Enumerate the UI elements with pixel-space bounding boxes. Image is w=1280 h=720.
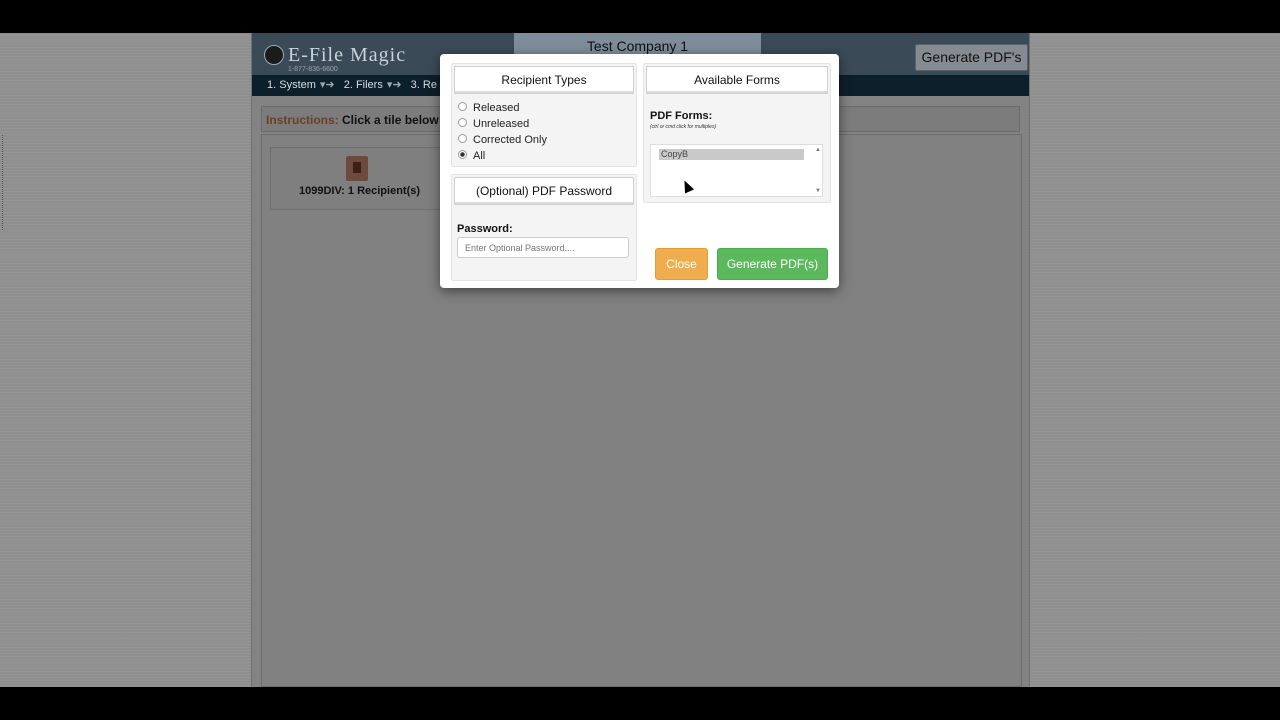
generate-pdfs-header-button[interactable]: Generate PDF's [915,44,1028,71]
panel-title: Recipient Types [454,66,634,94]
step-system[interactable]: 1. System [267,79,316,91]
radio-label: Unreleased [473,118,530,130]
letterbox-bottom [0,687,1280,720]
radio-label: Released [473,102,520,114]
form-tile[interactable]: 1099DIV: 1 Recipient(s) [270,147,449,210]
tile-label: 1099DIV: 1 Recipient(s) [298,185,421,197]
instructions-text: Click a tile below [342,113,439,127]
close-button[interactable]: Close [655,248,708,280]
radio-icon[interactable] [458,118,467,127]
pdf-document-icon [346,156,368,181]
radio-label: All [473,150,486,162]
logo-icon [264,45,284,65]
pdf-password-panel: (Optional) PDF Password Password: [451,174,637,281]
radio-icon[interactable] [458,134,467,143]
scroll-up-icon[interactable]: ▲ [815,147,821,153]
scroll-down-icon[interactable]: ▼ [815,188,821,194]
pdf-forms-listbox[interactable]: CopyB ▲ ▼ [650,144,823,197]
logo-text: E-File Magic [288,44,407,66]
arrow-right-icon: ▾➜ [319,79,335,91]
generate-pdf-modal: Recipient Types Released Unreleased Corr… [440,54,839,288]
divider [2,135,4,230]
radio-corrected-only[interactable]: Corrected Only [458,132,547,148]
radio-unreleased[interactable]: Unreleased [458,116,529,132]
recipient-types-panel: Recipient Types Released Unreleased Corr… [451,63,637,167]
logo-phone: 1-877-836-6600 [288,66,338,73]
panel-title: (Optional) PDF Password [454,177,634,205]
available-forms-panel: Available Forms PDF Forms: (ctrl or cmd … [643,63,831,203]
radio-all[interactable]: All [458,148,485,164]
generate-pdfs-button[interactable]: Generate PDF(s) [717,248,828,280]
password-input[interactable] [457,237,629,258]
radio-released[interactable]: Released [458,100,519,116]
pdf-forms-label: PDF Forms: [650,110,713,122]
arrow-right-icon: ▾➜ [386,79,402,91]
password-label: Password: [457,223,513,235]
radio-label: Corrected Only [473,134,547,146]
panel-title: Available Forms [646,66,828,94]
radio-selected-icon[interactable] [458,150,467,159]
pdf-forms-hint: (ctrl or cmd click for multiples) [650,124,717,130]
letterbox-top [0,0,1280,33]
step-filers[interactable]: 2. Filers [344,79,383,91]
radio-icon[interactable] [458,102,467,111]
step-recipients[interactable]: 3. Re [411,79,437,91]
list-option-copyb[interactable]: CopyB [659,149,804,160]
instructions-label: Instructions: [266,113,339,127]
